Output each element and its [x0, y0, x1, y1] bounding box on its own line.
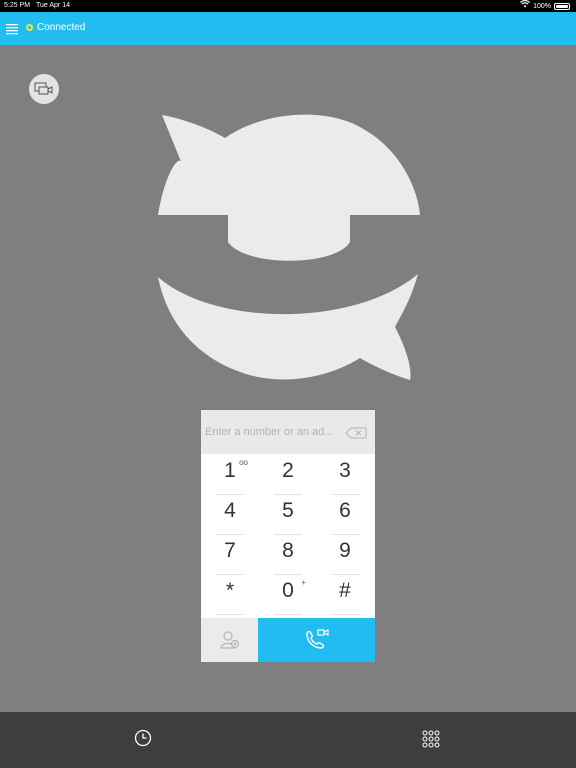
dial-key-digit: 9: [339, 539, 351, 562]
dial-key-hash[interactable]: #: [331, 574, 359, 615]
top-bar: Connected: [0, 12, 576, 45]
connection-status-label: Connected: [37, 22, 86, 33]
dial-key-1[interactable]: 1 oo: [216, 454, 248, 495]
voicemail-icon: oo: [239, 458, 248, 467]
dial-key-digit: 2: [282, 459, 294, 482]
dial-key-2[interactable]: 2: [274, 454, 302, 495]
chat-bubbles-logo-icon: [155, 112, 421, 387]
dial-input-row: [201, 410, 375, 454]
battery-icon: [554, 3, 570, 10]
dial-key-digit: 0: [282, 579, 294, 602]
add-contact-icon: [219, 631, 239, 649]
backspace-icon[interactable]: [345, 426, 367, 444]
dialpad: 1 oo 2 3 4 5 6 7 8 9 * 0 + #: [201, 410, 375, 662]
status-date: Tue Apr 14: [36, 2, 70, 9]
dial-key-digit: 7: [224, 539, 236, 562]
dial-key-digit: 5: [282, 499, 294, 522]
dial-key-3[interactable]: 3: [331, 454, 359, 495]
dial-key-4[interactable]: 4: [216, 494, 244, 535]
status-bar: 5:25 PM Tue Apr 14 100%: [0, 0, 576, 12]
plus-sub-label: +: [301, 578, 306, 587]
video-call-icon: [305, 629, 329, 649]
battery-level: 100%: [533, 2, 551, 10]
selfview-button[interactable]: [29, 74, 59, 104]
dial-key-digit: *: [225, 579, 235, 602]
dial-key-digit: #: [339, 579, 351, 602]
keypad-grid-icon[interactable]: [422, 730, 442, 750]
video-call-button[interactable]: [258, 618, 375, 662]
dial-key-7[interactable]: 7: [216, 534, 244, 575]
status-time: 5:25 PM: [4, 2, 31, 9]
selfview-camera-icon: [34, 82, 53, 95]
dial-key-digit: 3: [339, 459, 351, 482]
dial-key-6[interactable]: 6: [331, 494, 359, 535]
bottom-bar: [0, 712, 576, 768]
connection-status-dot: [26, 24, 33, 31]
dial-key-star[interactable]: *: [216, 574, 244, 615]
dial-key-digit: 8: [282, 539, 294, 562]
dial-key-digit: 4: [224, 499, 236, 522]
dial-key-5[interactable]: 5: [274, 494, 302, 535]
clock-icon[interactable]: [134, 729, 154, 749]
dial-key-9[interactable]: 9: [331, 534, 359, 575]
dial-key-8[interactable]: 8: [274, 534, 302, 575]
dial-key-0[interactable]: 0 +: [274, 574, 306, 615]
add-contact-button[interactable]: [201, 618, 258, 662]
hamburger-menu-icon[interactable]: [6, 22, 20, 36]
dial-input[interactable]: [205, 424, 339, 440]
dial-key-digit: 6: [339, 499, 351, 522]
